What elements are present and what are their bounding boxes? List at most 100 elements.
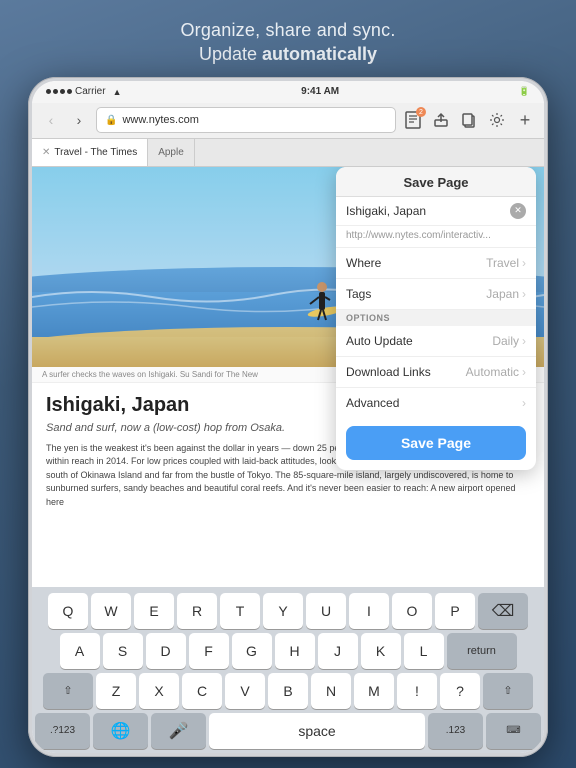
key-m[interactable]: M [354, 673, 394, 709]
key-j[interactable]: J [318, 633, 358, 669]
key-z[interactable]: Z [96, 673, 136, 709]
key-numbers[interactable]: .?123 [35, 713, 90, 749]
popup-auto-update-label: Auto Update [346, 334, 492, 348]
tab-apple[interactable]: Apple [148, 139, 195, 166]
header-line1: Organize, share and sync. [180, 18, 395, 42]
tab-bar: ✕ Travel - The Times Apple [32, 139, 544, 167]
key-p[interactable]: P [435, 593, 475, 629]
key-emoji[interactable]: 🌐 [93, 713, 148, 749]
key-keyboard[interactable]: ⌨ [486, 713, 541, 749]
save-popup: Save Page ✕ http://www.nytes.com/interac… [336, 167, 536, 470]
battery-icon: 🔋 [519, 86, 530, 97]
key-shift-right[interactable]: ⇧ [483, 673, 533, 709]
header-line2-prefix: Update [199, 44, 262, 64]
key-s[interactable]: S [103, 633, 143, 669]
popup-auto-update-chevron: › [522, 334, 526, 348]
popup-auto-update-value: Daily [492, 334, 519, 348]
carrier-label: Carrier [75, 86, 106, 97]
key-backspace[interactable]: ⌫ [478, 593, 528, 629]
key-h[interactable]: H [275, 633, 315, 669]
key-o[interactable]: O [392, 593, 432, 629]
header-text: Organize, share and sync. Update automat… [180, 18, 395, 67]
key-f[interactable]: F [189, 633, 229, 669]
popup-where-chevron: › [522, 256, 526, 270]
lock-icon: 🔒 [105, 115, 117, 126]
back-button[interactable]: ‹ [40, 109, 62, 131]
popup-tags-chevron: › [522, 287, 526, 301]
key-c[interactable]: C [182, 673, 222, 709]
url-text: www.nytes.com [122, 114, 198, 126]
key-numbers-right[interactable]: .123 [428, 713, 483, 749]
popup-row-tags[interactable]: Tags Japan › [336, 279, 536, 310]
key-t[interactable]: T [220, 593, 260, 629]
status-bar: Carrier ▲ 9:41 AM 🔋 [32, 81, 544, 103]
key-b[interactable]: B [268, 673, 308, 709]
popup-title: Save Page [336, 167, 536, 197]
key-mic[interactable]: 🎤 [151, 713, 206, 749]
key-shift[interactable]: ⇧ [43, 673, 93, 709]
key-n[interactable]: N [311, 673, 351, 709]
key-return[interactable]: return [447, 633, 517, 669]
dot-1 [46, 89, 51, 94]
add-tab-icon[interactable]: + [514, 109, 536, 131]
popup-save-button[interactable]: Save Page [346, 426, 526, 460]
bookmark-badge: 2 [416, 107, 426, 117]
key-question[interactable]: ? [440, 673, 480, 709]
key-e[interactable]: E [134, 593, 174, 629]
key-y[interactable]: Y [263, 593, 303, 629]
key-row-bottom: .?123 🌐 🎤 space .123 ⌨ [35, 713, 541, 749]
key-l[interactable]: L [404, 633, 444, 669]
popup-row-download-links[interactable]: Download Links Automatic › [336, 357, 536, 388]
popup-section-header: OPTIONS [336, 310, 536, 326]
copy-icon[interactable] [458, 109, 480, 131]
status-right: 🔋 [519, 86, 530, 97]
dot-3 [60, 89, 65, 94]
key-space[interactable]: space [209, 713, 425, 749]
key-w[interactable]: W [91, 593, 131, 629]
device-frame: Carrier ▲ 9:41 AM 🔋 ‹ › 🔒 www.nytes.com [28, 77, 548, 757]
popup-download-links-chevron: › [522, 365, 526, 379]
tab-close-travel[interactable]: ✕ [42, 147, 50, 158]
toolbar-icons: 2 [402, 109, 536, 131]
popup-clear-button[interactable]: ✕ [510, 203, 526, 219]
popup-where-value: Travel [486, 256, 519, 270]
key-k[interactable]: K [361, 633, 401, 669]
bookmark-icon[interactable]: 2 [402, 109, 424, 131]
dot-4 [67, 89, 72, 94]
key-u[interactable]: U [306, 593, 346, 629]
wifi-icon: ▲ [113, 87, 122, 97]
time-display: 9:41 AM [301, 86, 339, 97]
key-row-3: ⇧ Z X C V B N M ! ? ⇧ [35, 673, 541, 709]
popup-row-auto-update[interactable]: Auto Update Daily › [336, 326, 536, 357]
popup-download-links-label: Download Links [346, 365, 466, 379]
settings-icon[interactable] [486, 109, 508, 131]
content-area: A surfer checks the waves on Ishigaki. S… [32, 167, 544, 587]
key-d[interactable]: D [146, 633, 186, 669]
key-v[interactable]: V [225, 673, 265, 709]
tab-travel-label: Travel - The Times [54, 147, 137, 158]
tab-apple-label: Apple [158, 147, 184, 158]
share-icon[interactable] [430, 109, 452, 131]
key-q[interactable]: Q [48, 593, 88, 629]
popup-row-where[interactable]: Where Travel › [336, 248, 536, 279]
tab-travel[interactable]: ✕ Travel - The Times [32, 139, 148, 166]
key-exclaim[interactable]: ! [397, 673, 437, 709]
key-r[interactable]: R [177, 593, 217, 629]
device-inner: Carrier ▲ 9:41 AM 🔋 ‹ › 🔒 www.nytes.com [32, 81, 544, 753]
popup-tags-label: Tags [346, 287, 486, 301]
url-bar[interactable]: 🔒 www.nytes.com [96, 107, 396, 133]
key-g[interactable]: G [232, 633, 272, 669]
popup-url-field: http://www.nytes.com/interactiv... [336, 226, 536, 248]
key-x[interactable]: X [139, 673, 179, 709]
key-i[interactable]: I [349, 593, 389, 629]
popup-advanced-chevron: › [522, 396, 526, 410]
status-left: Carrier ▲ [46, 86, 121, 97]
popup-advanced-label: Advanced [346, 396, 522, 410]
popup-row-advanced[interactable]: Advanced › [336, 388, 536, 418]
popup-name-input[interactable] [346, 204, 510, 218]
keyboard: Q W E R T Y U I O P ⌫ A S D F G H J [32, 587, 544, 753]
key-a[interactable]: A [60, 633, 100, 669]
popup-name-field[interactable]: ✕ [336, 197, 536, 226]
header-line2-bold: automatically [262, 44, 377, 64]
forward-button[interactable]: › [68, 109, 90, 131]
